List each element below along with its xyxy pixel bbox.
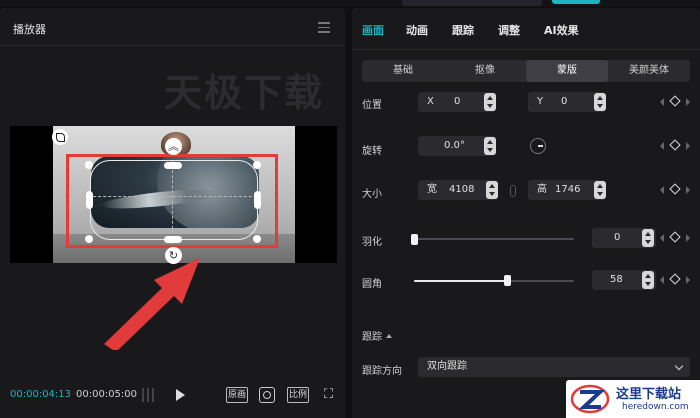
subtab-cutout[interactable]: 抠像 xyxy=(444,60,526,82)
rotation-dial-icon[interactable] xyxy=(530,138,546,154)
position-x-prefix: X xyxy=(427,96,434,107)
feather-handle-icon[interactable]: ︽ xyxy=(165,138,182,155)
size-keyframe-icon[interactable] xyxy=(660,183,696,195)
player-title: 播放器 xyxy=(13,23,46,36)
corner-value[interactable]: 58 xyxy=(610,270,623,290)
corner-slider-knob[interactable] xyxy=(504,275,511,286)
top-tab-accent[interactable] xyxy=(552,0,600,4)
position-label: 位置 xyxy=(362,100,382,111)
position-x-value[interactable]: 0 xyxy=(454,92,460,112)
feather-slider-knob[interactable] xyxy=(411,234,418,245)
size-height-prefix: 高 xyxy=(537,184,547,195)
focus-icon[interactable] xyxy=(259,387,275,403)
waveform-icon[interactable] xyxy=(142,388,158,402)
site-logo: 这里下载站 heredown.com xyxy=(566,380,700,418)
tab-picture[interactable]: 画面 xyxy=(362,22,384,38)
position-y-prefix: Y xyxy=(537,96,544,107)
size-width-prefix: 宽 xyxy=(427,184,437,195)
play-icon[interactable] xyxy=(176,389,185,401)
player-header: 播放器 xyxy=(0,8,345,46)
feather-keyframe-icon[interactable] xyxy=(660,231,696,243)
tracking-direction-value: 双向跟踪 xyxy=(427,361,467,372)
subtab-basic[interactable]: 基础 xyxy=(362,60,444,82)
feather-label: 羽化 xyxy=(362,237,382,248)
feather-value[interactable]: 0 xyxy=(614,228,620,248)
position-keyframe-icon[interactable] xyxy=(660,95,696,107)
properties-panel: 画面 动画 跟踪 调整 AI效果 基础 抠像 蒙版 美颜美体 位置 X 0 Y … xyxy=(352,8,700,418)
tracking-direction-label: 跟踪方向 xyxy=(362,366,402,377)
annotation-box xyxy=(66,154,278,248)
corner-stepper[interactable] xyxy=(642,271,654,289)
top-tab[interactable] xyxy=(402,0,542,6)
size-width-stepper[interactable] xyxy=(486,181,498,199)
corner-keyframe-icon[interactable] xyxy=(660,273,696,285)
subtab-mask[interactable]: 蒙版 xyxy=(526,60,608,82)
corner-radius-handle-icon[interactable] xyxy=(52,129,68,145)
site-logo-title: 这里下载站 xyxy=(616,387,682,402)
rotation-keyframe-icon[interactable] xyxy=(660,139,696,151)
size-height-value[interactable]: 1746 xyxy=(555,180,580,200)
original-quality-button[interactable]: 原画 xyxy=(226,387,248,403)
feather-slider-track[interactable] xyxy=(414,238,574,240)
subtab-bar: 基础 抠像 蒙版 美颜美体 xyxy=(362,60,690,82)
position-y-stepper[interactable] xyxy=(594,93,606,111)
tracking-section-toggle[interactable]: 跟踪 xyxy=(362,328,392,343)
position-x-stepper[interactable] xyxy=(484,93,496,111)
chevron-down-icon xyxy=(674,361,684,371)
size-height-stepper[interactable] xyxy=(594,181,606,199)
fullscreen-icon[interactable]: ⛶ xyxy=(324,388,338,402)
corner-label: 圆角 xyxy=(362,279,382,290)
size-width-value[interactable]: 4108 xyxy=(449,180,474,200)
tab-animation[interactable]: 动画 xyxy=(406,22,428,38)
current-time: 00:00:04:13 xyxy=(10,389,72,400)
watermark-text: 天极下载 xyxy=(164,71,325,115)
tracking-direction-select[interactable]: 双向跟踪 xyxy=(418,357,690,377)
ratio-button[interactable]: 比例 xyxy=(287,387,309,403)
tab-tracking[interactable]: 跟踪 xyxy=(452,22,474,38)
caret-up-icon xyxy=(386,334,392,338)
corner-slider-fill xyxy=(414,280,507,282)
site-logo-url: heredown.com xyxy=(622,402,689,412)
aspect-link-icon[interactable] xyxy=(510,185,516,197)
site-logo-icon xyxy=(570,384,610,414)
tab-ai-effects[interactable]: AI效果 xyxy=(544,22,579,38)
size-label: 大小 xyxy=(362,189,382,200)
subtab-beauty[interactable]: 美颜美体 xyxy=(608,60,690,82)
tracking-section-title: 跟踪 xyxy=(362,332,382,343)
rotation-stepper[interactable] xyxy=(484,137,496,155)
menu-icon[interactable] xyxy=(318,22,330,33)
feather-stepper[interactable] xyxy=(642,229,654,247)
rotation-value[interactable]: 0.0° xyxy=(444,136,465,156)
rotation-label: 旋转 xyxy=(362,146,382,157)
tab-adjust[interactable]: 调整 xyxy=(498,22,520,38)
annotation-arrow-icon xyxy=(104,258,200,350)
total-time: 00:00:05:00 xyxy=(76,389,138,400)
properties-tabs: 画面 动画 跟踪 调整 AI效果 xyxy=(352,8,700,50)
position-y-value[interactable]: 0 xyxy=(561,92,567,112)
